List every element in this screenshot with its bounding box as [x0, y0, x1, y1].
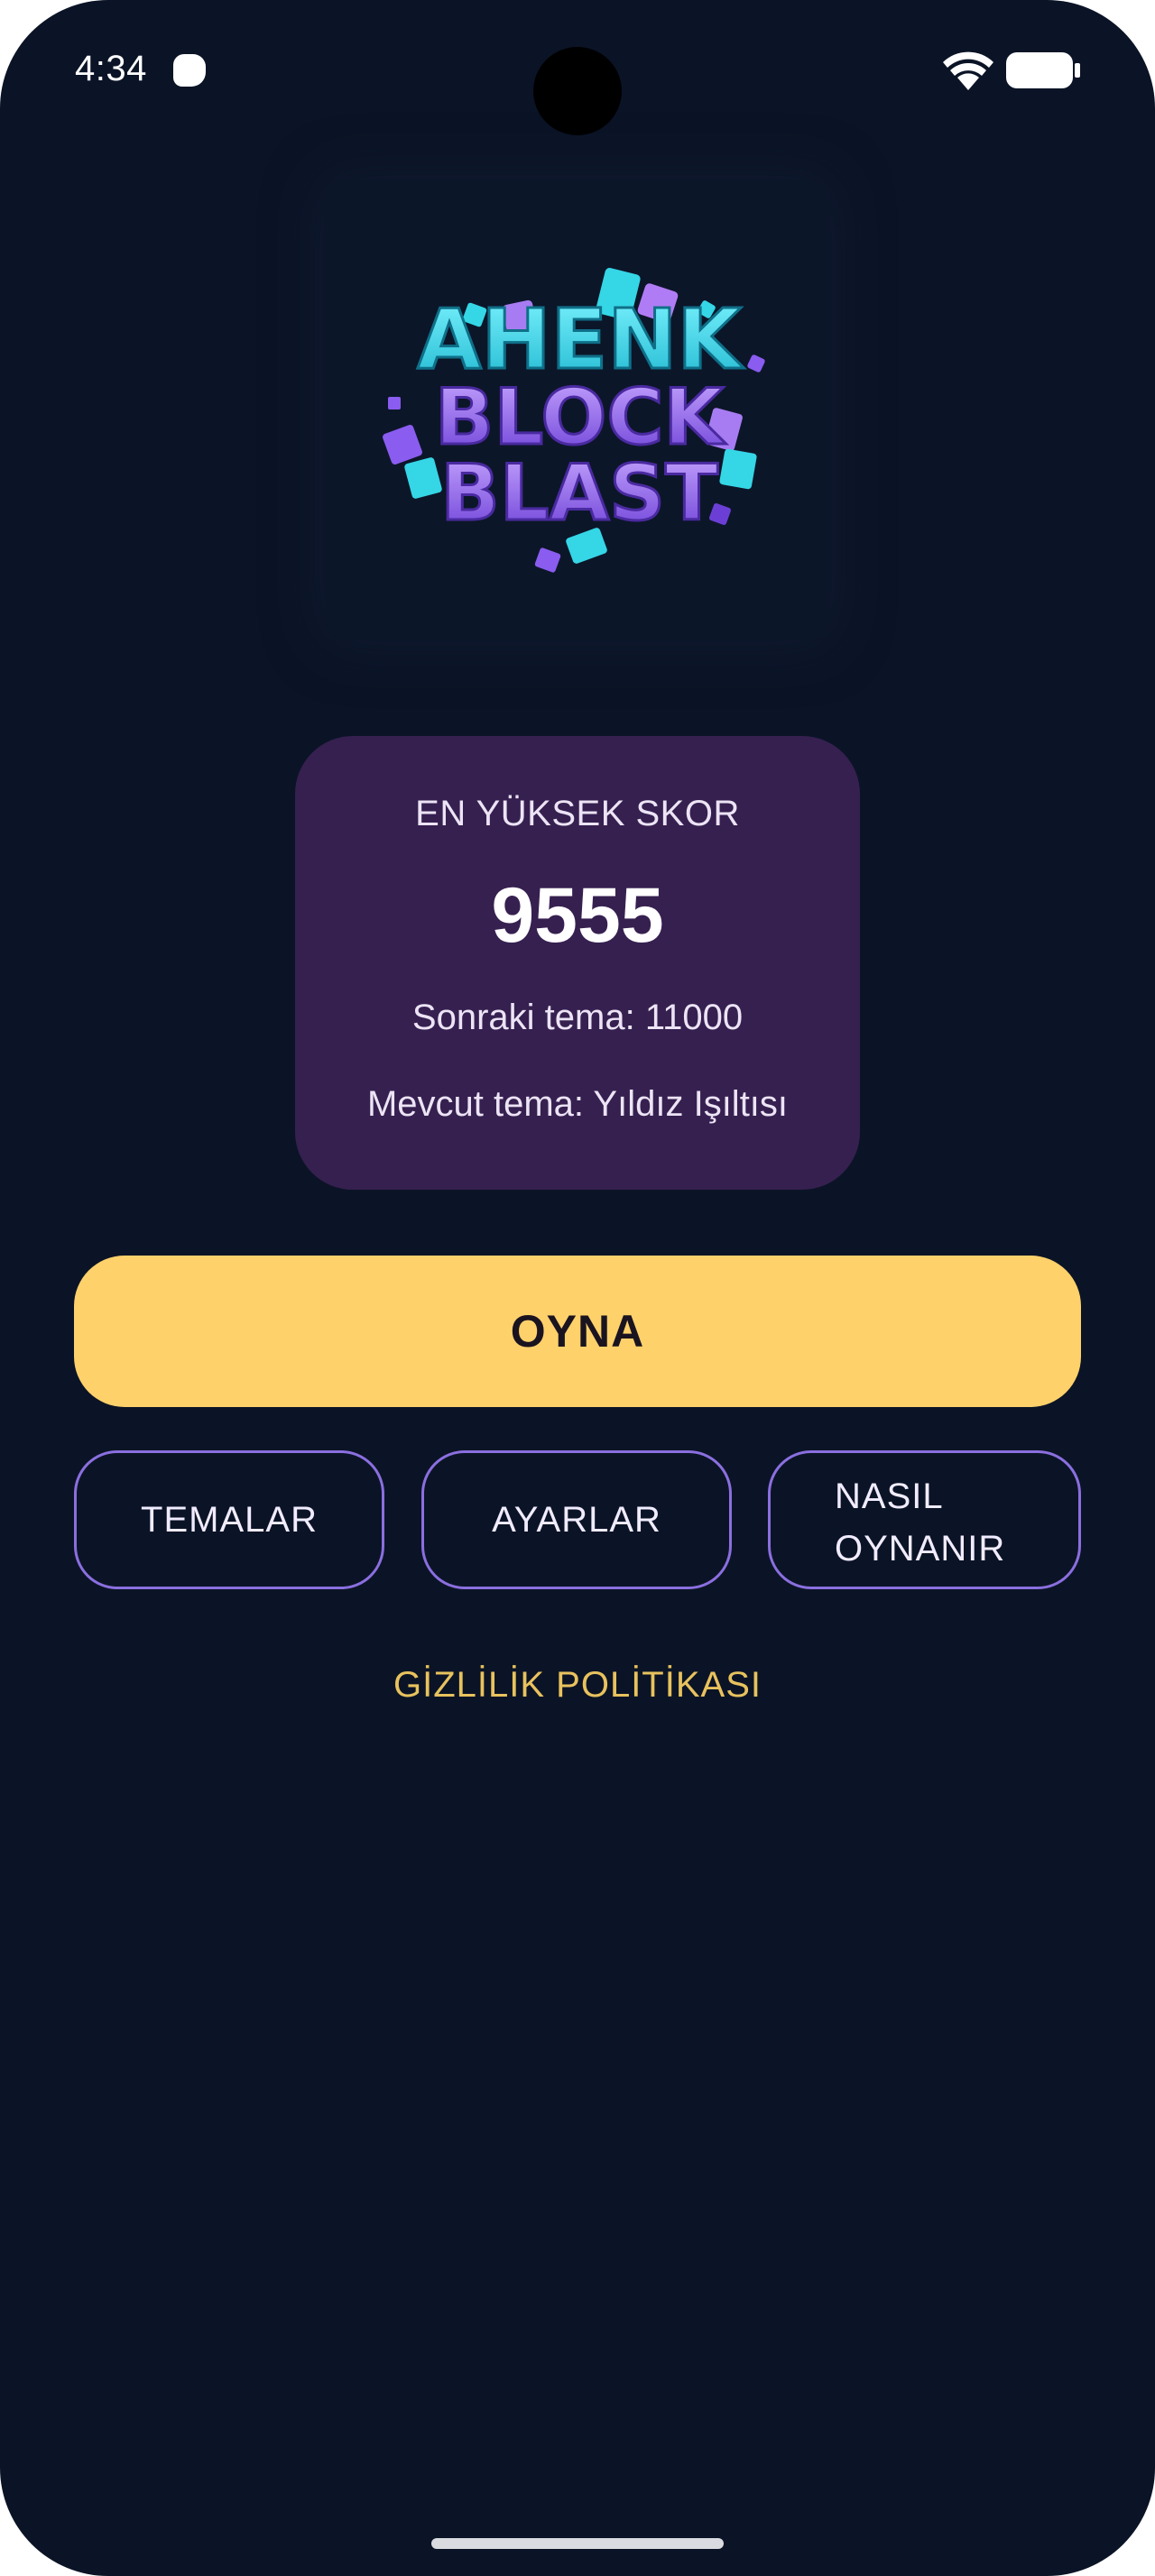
themes-button-label: TEMALAR: [141, 1500, 318, 1540]
logo-artwork: AHENK BLOCK BLAST: [383, 267, 765, 573]
current-theme-text: Mevcut tema: Yıldız Işıltısı: [366, 1084, 789, 1124]
high-score-value: 9555: [491, 872, 664, 959]
high-score-card: EN YÜKSEK SKOR 9555 Sonraki tema: 11000 …: [295, 736, 860, 1190]
how-to-play-button[interactable]: NASIL OYNANIR: [768, 1450, 1081, 1589]
camera-cutout: [533, 47, 622, 135]
settings-button[interactable]: AYARLAR: [421, 1450, 732, 1589]
next-theme-text: Sonraki tema: 11000: [411, 998, 744, 1037]
themes-button[interactable]: TEMALAR: [74, 1450, 384, 1589]
status-time: 4:34: [75, 49, 147, 88]
home-indicator[interactable]: [431, 2538, 724, 2549]
svg-text:BLAST: BLAST: [440, 448, 718, 538]
high-score-title: EN YÜKSEK SKOR: [415, 794, 740, 833]
app-notification-icon: [173, 54, 206, 87]
how-to-play-label-line1: NASIL: [835, 1477, 944, 1516]
settings-button-label: AYARLAR: [492, 1500, 661, 1540]
phone-screen: 4:34 AHENK BLOCK BLAST EN YÜKSEK SKOR 95…: [0, 0, 1155, 2576]
battery-icon: [1006, 52, 1080, 88]
how-to-play-label-line2: OYNANIR: [835, 1529, 1006, 1569]
wifi-icon: [943, 51, 993, 90]
play-button[interactable]: OYNA: [74, 1256, 1081, 1407]
game-logo: AHENK BLOCK BLAST: [325, 180, 830, 640]
privacy-policy-link[interactable]: GİZLİLİK POLİTİKASI: [0, 1665, 1155, 1706]
